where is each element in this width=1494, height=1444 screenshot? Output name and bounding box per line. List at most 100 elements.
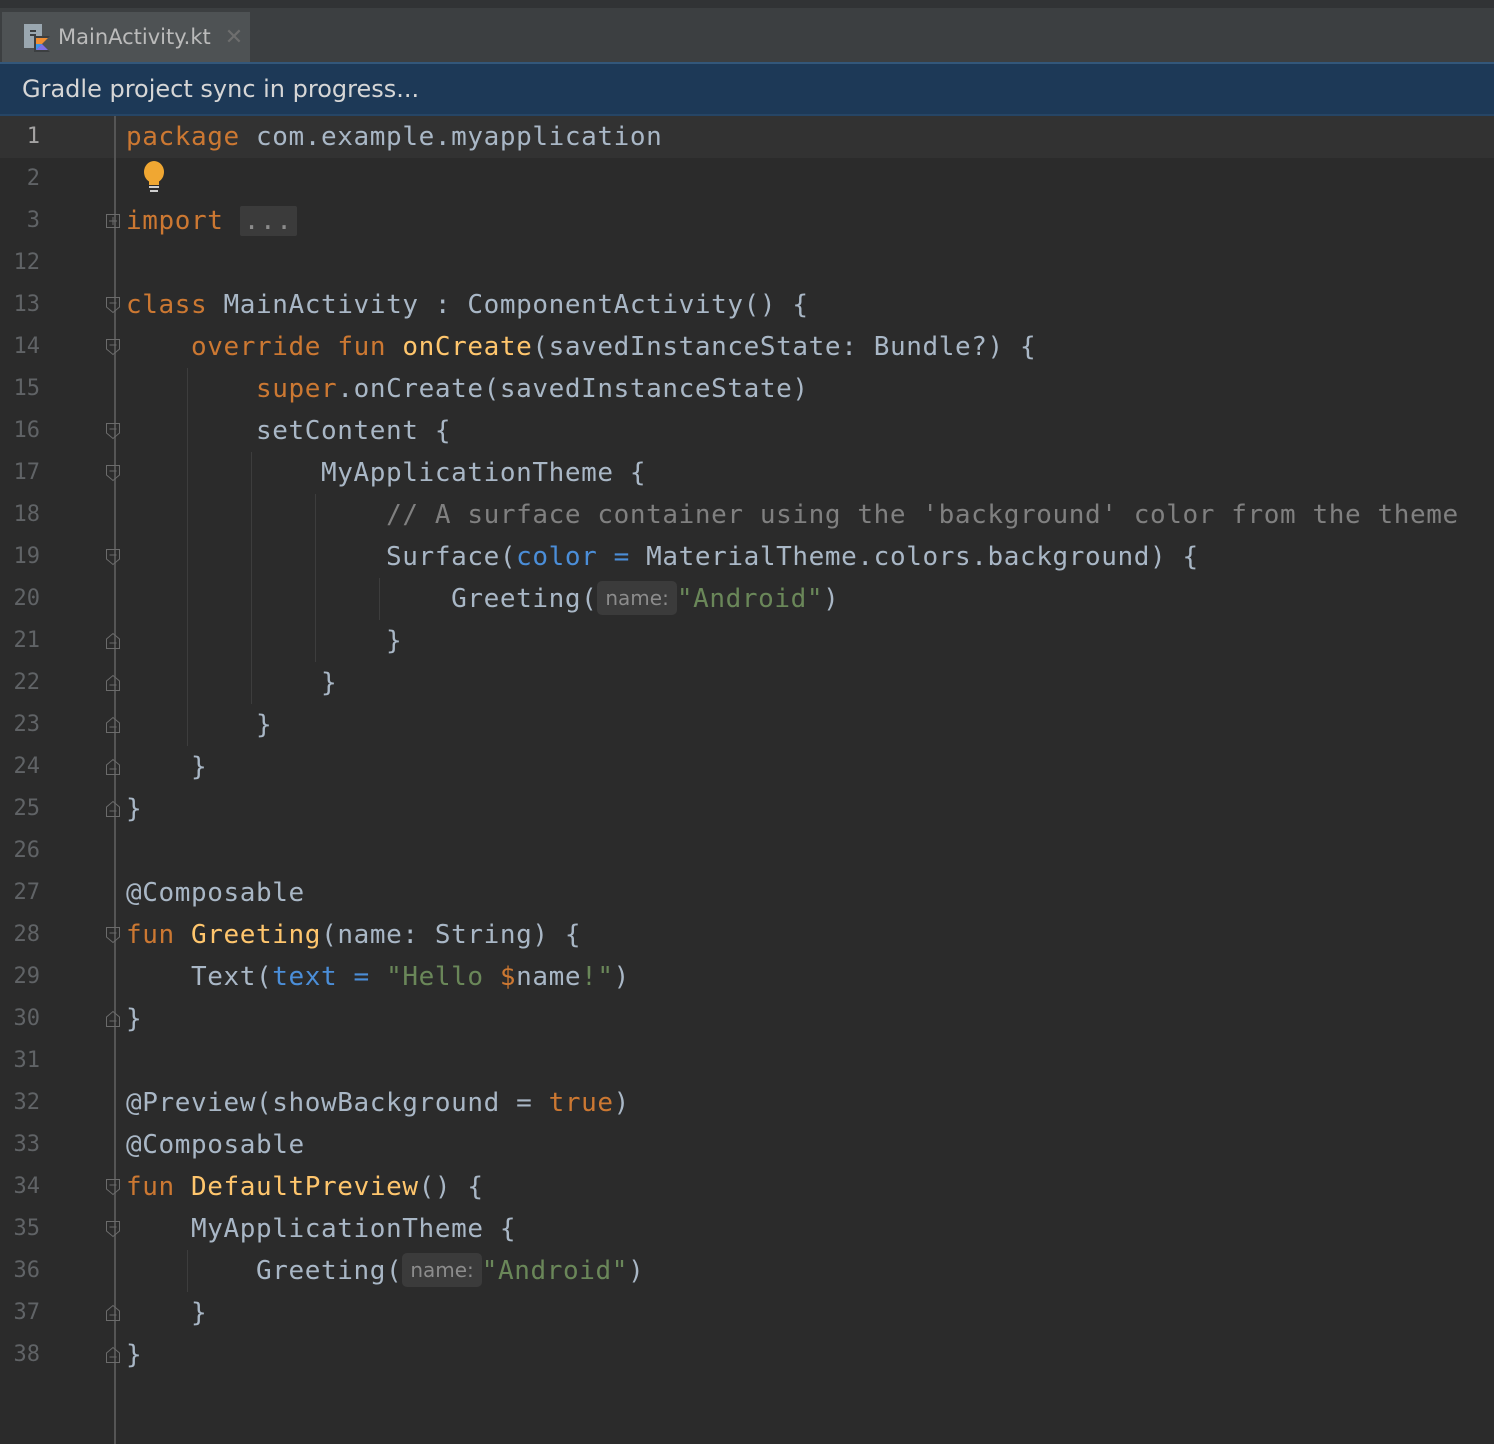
keyword: true xyxy=(548,1088,614,1118)
fold-end-icon[interactable] xyxy=(105,758,121,776)
keyword: fun xyxy=(126,1172,175,1202)
line-number: 31 xyxy=(13,1048,41,1073)
code-line[interactable]: 13 class MainActivity : ComponentActivit… xyxy=(0,284,1494,326)
code-line[interactable]: 34 fun DefaultPreview() { xyxy=(0,1166,1494,1208)
code-token: () { xyxy=(418,1172,484,1202)
line-number: 13 xyxy=(13,292,41,317)
code-line[interactable]: 19 Surface(color = MaterialTheme.colors.… xyxy=(0,536,1494,578)
code-token: MaterialTheme.colors.background) { xyxy=(646,542,1199,572)
fold-collapse-icon[interactable] xyxy=(105,1178,121,1196)
code-line[interactable]: 26 xyxy=(0,830,1494,872)
template-dollar: $ xyxy=(499,962,517,992)
fold-collapse-icon[interactable] xyxy=(105,548,121,566)
line-number: 30 xyxy=(13,1006,41,1031)
fold-collapse-icon[interactable] xyxy=(105,338,121,356)
code-line[interactable]: 20 Greeting(name: "Android") xyxy=(0,578,1494,620)
code-token: MainActivity : ComponentActivity() { xyxy=(207,290,809,320)
fold-end-icon[interactable] xyxy=(105,800,121,818)
tab-close-icon[interactable]: ✕ xyxy=(225,25,243,50)
code-line[interactable]: 28 fun Greeting(name: String) { xyxy=(0,914,1494,956)
fold-collapse-icon[interactable] xyxy=(105,464,121,482)
line-number: 37 xyxy=(13,1300,41,1325)
line-number: 18 xyxy=(13,502,41,527)
folded-imports[interactable]: ... xyxy=(239,206,297,236)
fold-end-icon[interactable] xyxy=(105,674,121,692)
fold-end-icon[interactable] xyxy=(105,632,121,650)
banner-text: Gradle project sync in progress... xyxy=(22,75,420,103)
code-text: } xyxy=(126,1340,143,1370)
code-line[interactable]: 14 override fun onCreate(savedInstanceSt… xyxy=(0,326,1494,368)
code-line[interactable]: 18 // A surface container using the 'bac… xyxy=(0,494,1494,536)
line-number: 34 xyxy=(13,1174,41,1199)
code-line[interactable]: 32 @Preview(showBackground = true) xyxy=(0,1082,1494,1124)
code-text: super.onCreate(savedInstanceState) xyxy=(126,368,809,410)
code-line[interactable]: 25 } xyxy=(0,788,1494,830)
code-line[interactable]: 27 @Composable xyxy=(0,872,1494,914)
code-line[interactable]: 17 MyApplicationTheme { xyxy=(0,452,1494,494)
code-line[interactable]: 37 } xyxy=(0,1292,1494,1334)
code-line[interactable]: 29 Text(text = "Hello $name!") xyxy=(0,956,1494,998)
line-number: 19 xyxy=(13,544,41,569)
code-line[interactable]: 3 import ... xyxy=(0,200,1494,242)
code-line[interactable]: 16 setContent { xyxy=(0,410,1494,452)
parameter-hint: name: xyxy=(402,1253,482,1287)
code-line[interactable]: 35 MyApplicationTheme { xyxy=(0,1208,1494,1250)
code-text: } xyxy=(126,626,403,656)
code-text: override fun onCreate(savedInstanceState… xyxy=(126,326,1036,368)
keyword: class xyxy=(126,290,208,320)
code-line[interactable]: 23 } xyxy=(0,704,1494,746)
code-token: (name: String) { xyxy=(321,920,582,950)
line-number: 20 xyxy=(13,586,41,611)
code-text: setContent { xyxy=(126,416,452,446)
keyword: package xyxy=(126,122,240,152)
string-literal: !" xyxy=(581,962,614,992)
tab-main-activity[interactable]: MainActivity.kt ✕ xyxy=(2,12,250,62)
fold-collapse-icon[interactable] xyxy=(105,1220,121,1238)
code-token: Surface( xyxy=(126,542,517,572)
line-number: 33 xyxy=(13,1132,41,1157)
code-line[interactable]: 2 xyxy=(0,158,1494,200)
code-text: @Preview(showBackground = true) xyxy=(126,1082,630,1124)
annotation: @Preview(showBackground = xyxy=(126,1088,549,1118)
code-line[interactable]: 21 } xyxy=(0,620,1494,662)
code-line[interactable]: 31 xyxy=(0,1040,1494,1082)
code-token: .onCreate(savedInstanceState) xyxy=(337,374,809,404)
line-number: 38 xyxy=(13,1342,41,1367)
code-text: import ... xyxy=(126,200,297,242)
code-line[interactable]: 24 } xyxy=(0,746,1494,788)
code-token: com.example.myapplication xyxy=(239,122,663,152)
line-number: 35 xyxy=(13,1216,41,1241)
line-number: 22 xyxy=(13,670,41,695)
code-line[interactable]: 30 } xyxy=(0,998,1494,1040)
code-line[interactable]: 38 } xyxy=(0,1334,1494,1376)
code-line[interactable]: 22 } xyxy=(0,662,1494,704)
line-number: 1 xyxy=(26,124,40,149)
code-line[interactable]: 33 @Composable xyxy=(0,1124,1494,1166)
code-line[interactable]: 12 xyxy=(0,242,1494,284)
line-number: 21 xyxy=(13,628,41,653)
tab-label: MainActivity.kt xyxy=(58,25,211,49)
fold-end-icon[interactable] xyxy=(105,1346,121,1364)
code-text: Text(text = "Hello $name!") xyxy=(126,956,630,998)
fold-collapse-icon[interactable] xyxy=(105,422,121,440)
code-line[interactable]: 15 super.onCreate(savedInstanceState) xyxy=(0,368,1494,410)
fold-end-icon[interactable] xyxy=(105,1010,121,1028)
line-number: 2 xyxy=(26,166,40,191)
line-number: 32 xyxy=(13,1090,41,1115)
code-line[interactable]: 1 package com.example.myapplication xyxy=(0,116,1494,158)
code-editor[interactable]: 1 package com.example.myapplication 2 3 … xyxy=(0,116,1494,1444)
comment: // A surface container using the 'backgr… xyxy=(386,500,1459,530)
code-token: Greeting( xyxy=(126,584,598,614)
fold-expand-icon[interactable] xyxy=(105,212,121,230)
fold-end-icon[interactable] xyxy=(105,1304,121,1322)
fold-collapse-icon[interactable] xyxy=(105,296,121,314)
fold-end-icon[interactable] xyxy=(105,716,121,734)
operator: = xyxy=(597,542,647,572)
template-variable: name xyxy=(516,962,582,992)
code-text: package com.example.myapplication xyxy=(126,116,662,158)
fold-collapse-icon[interactable] xyxy=(105,926,121,944)
code-line[interactable]: 36 Greeting(name: "Android") xyxy=(0,1250,1494,1292)
